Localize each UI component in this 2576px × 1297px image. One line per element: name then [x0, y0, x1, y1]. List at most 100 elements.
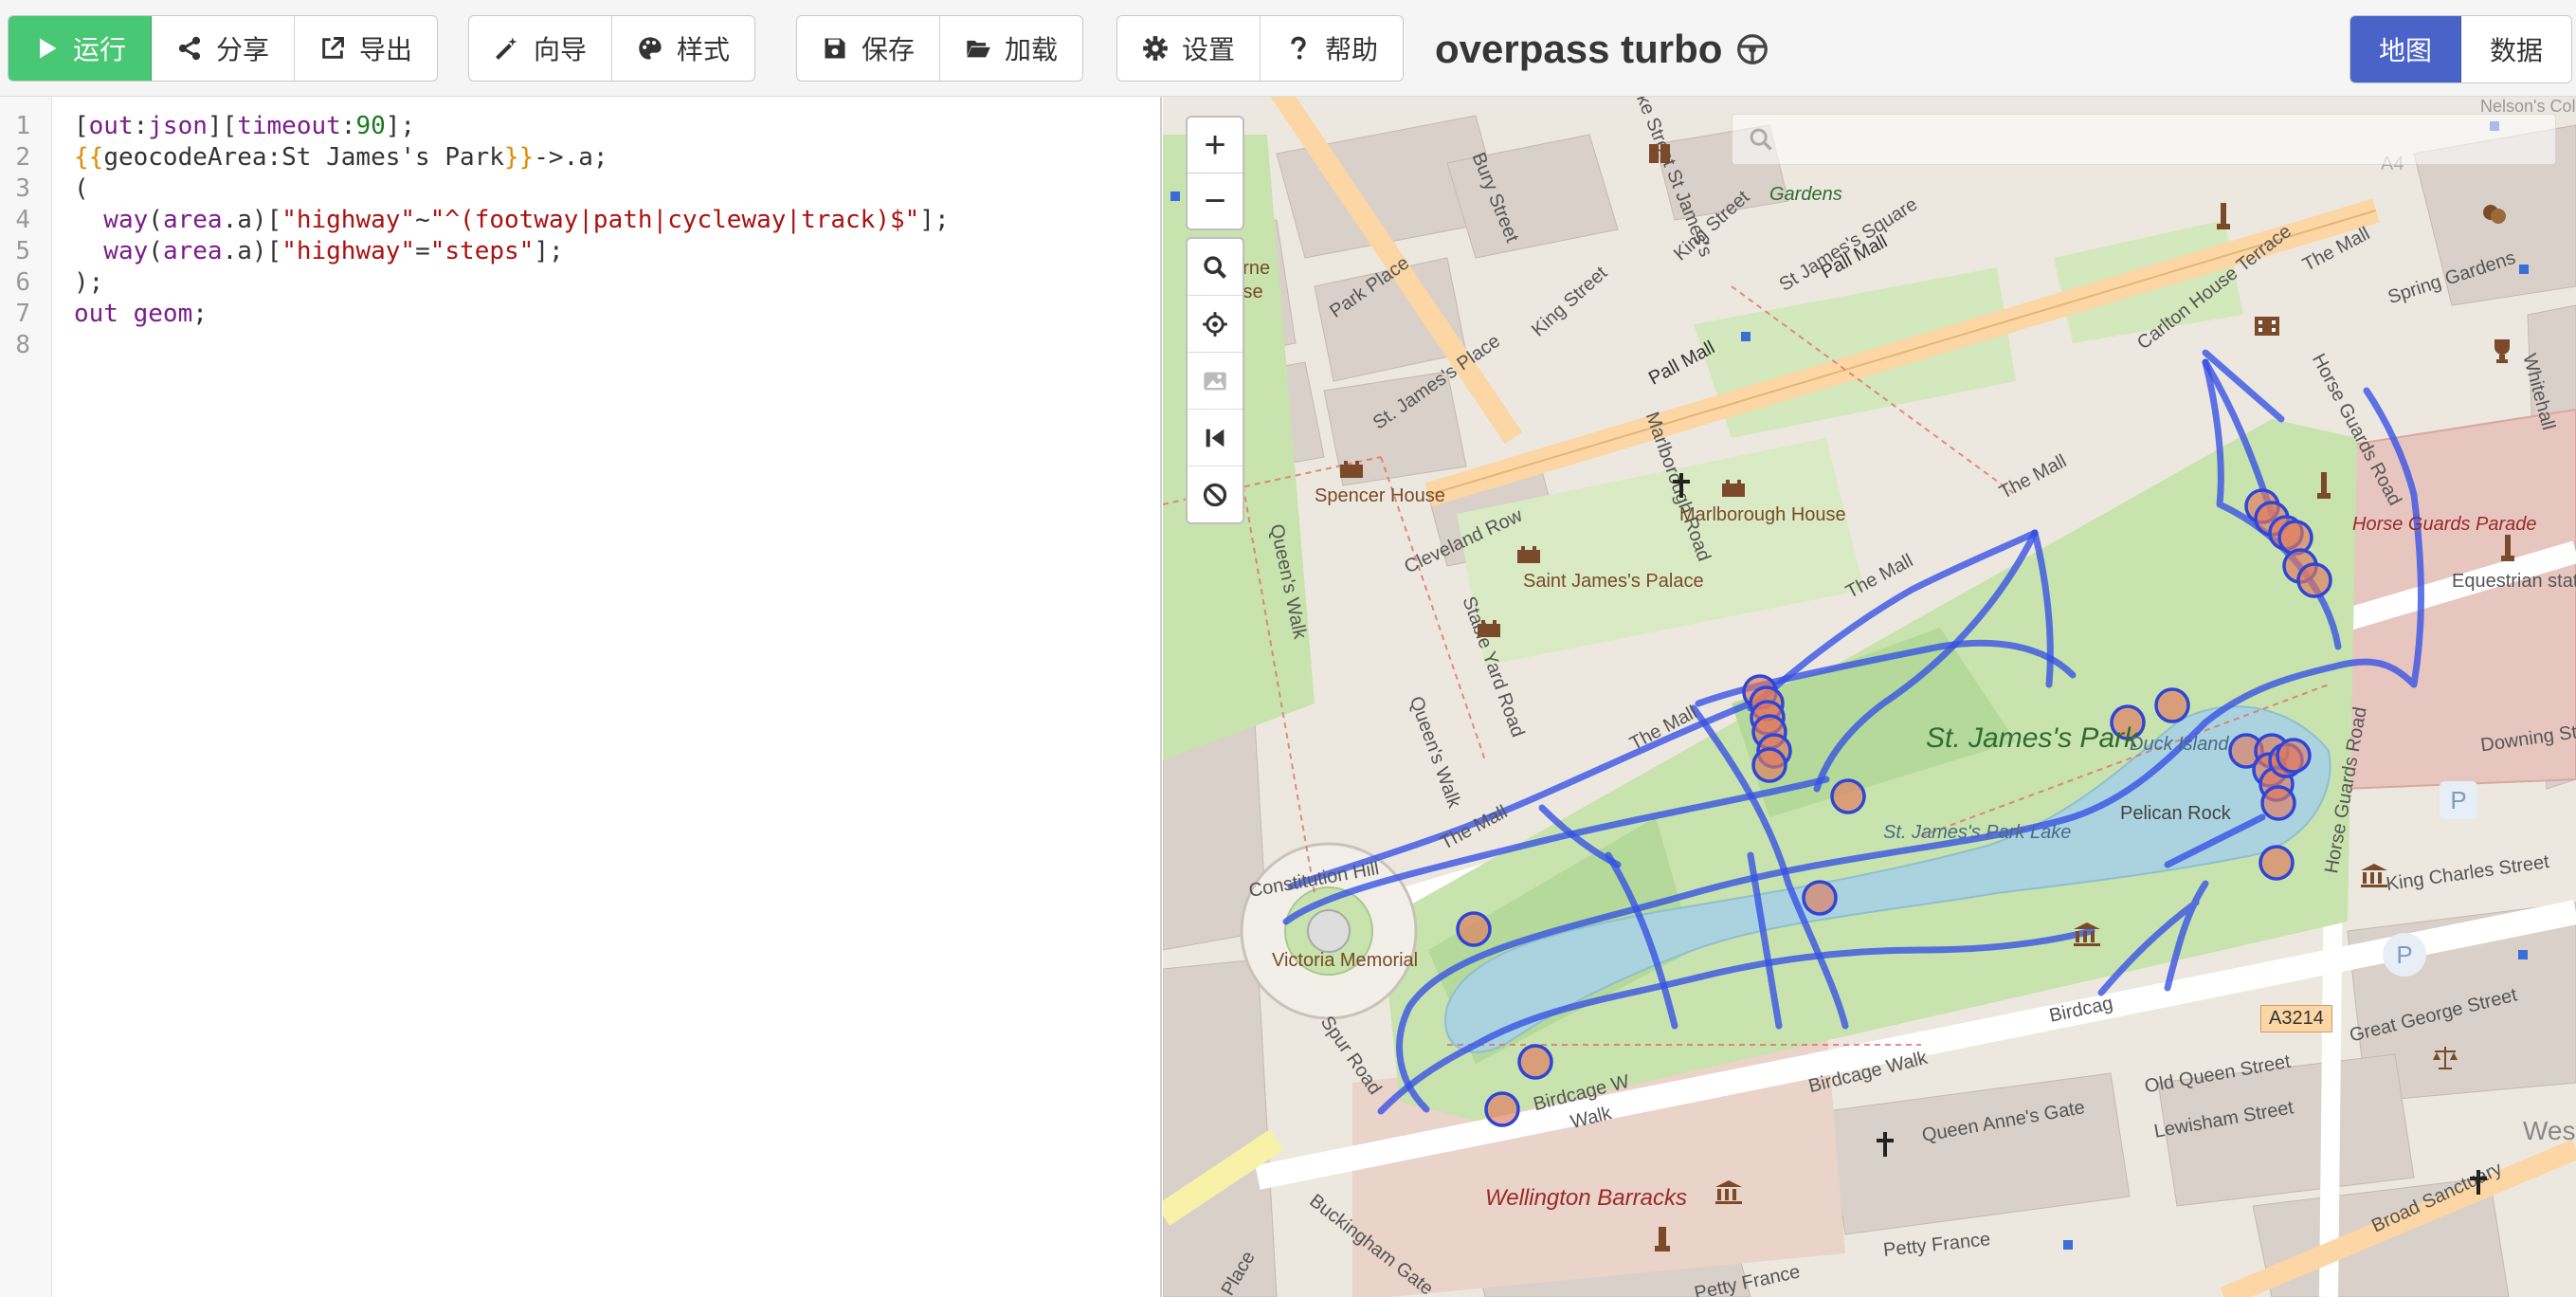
- map-label-wellington-barracks: Wellington Barracks: [1485, 1185, 1687, 1211]
- palette-icon: [639, 37, 662, 60]
- code-line[interactable]: way(area.a)["highway"="steps"];: [74, 237, 564, 265]
- clear-button[interactable]: [1188, 466, 1243, 522]
- scales-icon: [2433, 1047, 2458, 1069]
- save-load-group: 保存 加载: [796, 15, 1084, 82]
- settings-button[interactable]: 设置: [1117, 16, 1261, 81]
- data-view-label: 数据: [2489, 36, 2543, 65]
- code-token: {{: [74, 143, 104, 172]
- share-label: 分享: [216, 35, 270, 64]
- save-label: 保存: [862, 35, 916, 64]
- export-button[interactable]: 导出: [295, 16, 437, 81]
- zoom-out-button[interactable]: −: [1188, 174, 1243, 228]
- wizard-button[interactable]: 向导: [469, 16, 613, 81]
- wizard-style-group: 向导 样式: [468, 15, 756, 82]
- query-editor[interactable]: 12345678 [out:json][timeout:90]; {{geocod…: [0, 97, 1162, 1297]
- monument-icon: [2217, 203, 2230, 229]
- search-icon: [1204, 255, 1226, 279]
- code-token: area: [162, 206, 223, 234]
- skip-back-icon: [1206, 429, 1225, 447]
- line-number: 7: [15, 300, 30, 328]
- code-token: "highway": [281, 206, 416, 234]
- code-token: =: [415, 237, 430, 265]
- map-search-input[interactable]: [1732, 114, 2556, 165]
- code-token: "steps": [429, 237, 535, 265]
- steering-wheel-icon: [1737, 34, 1769, 64]
- code-token: "highway": [281, 237, 416, 265]
- map-view-tab[interactable]: 地图: [2349, 16, 2461, 82]
- map-label-st-james-park: St. James's Park: [1926, 722, 2139, 754]
- zoom-in-button[interactable]: +: [1188, 118, 1243, 174]
- code-line[interactable]: );: [74, 268, 103, 297]
- run-button[interactable]: 运行: [9, 16, 153, 81]
- zoom-control: + −: [1186, 116, 1244, 230]
- code-token: timeout: [237, 112, 341, 140]
- share-icon: [178, 36, 201, 61]
- style-button[interactable]: 样式: [612, 16, 754, 81]
- load-button[interactable]: 加载: [940, 16, 1082, 81]
- church-cross-icon: [1877, 1132, 1894, 1157]
- code-token: out: [88, 112, 134, 140]
- code-line[interactable]: way(area.a)["highway"~"^(footway|path|cy…: [74, 206, 950, 234]
- locate-me-button[interactable]: [1188, 296, 1243, 353]
- code-token: "^(footway|path|cycleway|track)$": [429, 206, 920, 234]
- road-shield-a3214: A3214: [2260, 1005, 2332, 1032]
- map-label-lake: St. James's Park Lake: [1883, 822, 2072, 843]
- church-cross-icon: [2470, 1170, 2487, 1195]
- code-token: geocodeArea:St James's Park: [103, 143, 504, 172]
- style-label: 样式: [677, 35, 731, 64]
- code-token: :: [340, 112, 356, 140]
- library-book-icon: [1649, 144, 1670, 163]
- zoom-out-label: −: [1204, 179, 1226, 222]
- code-token: .a)[: [222, 237, 282, 265]
- crosshair-icon: [1203, 311, 1227, 337]
- zoom-in-label: +: [1204, 123, 1226, 166]
- zoom-to-data-button[interactable]: [1188, 410, 1243, 466]
- code-token: }}: [503, 143, 535, 172]
- code-line[interactable]: out geom;: [74, 300, 208, 328]
- castle-icon: [1517, 546, 1540, 563]
- map-view[interactable]: St. James's Park St. James's Park Lake D…: [1163, 97, 2576, 1297]
- map-label-spencer-house: Spencer House: [1315, 485, 1445, 506]
- code-token: ;: [192, 300, 208, 328]
- map-label-pelican-rock: Pelican Rock: [2120, 803, 2231, 824]
- code-token: );: [74, 268, 104, 297]
- code-line[interactable]: (: [74, 174, 89, 203]
- search-location-button[interactable]: [1188, 239, 1243, 296]
- code-token: [: [74, 112, 89, 140]
- svg-text:P: P: [2450, 786, 2466, 814]
- code-line[interactable]: [out:json][timeout:90];: [74, 112, 415, 140]
- code-token: ];: [919, 206, 950, 234]
- share-button[interactable]: 分享: [152, 16, 296, 81]
- app-title: overpass turbo: [1435, 21, 1769, 78]
- line-number: 4: [15, 206, 30, 234]
- code-token: way: [74, 237, 149, 265]
- svg-text:P: P: [2396, 941, 2412, 969]
- ban-icon: [1203, 483, 1227, 506]
- external-link-icon: [322, 37, 344, 59]
- line-number: 1: [15, 112, 30, 140]
- folder-open-icon: [967, 40, 990, 58]
- code-token: ];: [534, 237, 564, 265]
- save-button[interactable]: 保存: [797, 16, 941, 81]
- settings-label: 设置: [1182, 35, 1236, 64]
- export-image-button[interactable]: [1188, 353, 1243, 410]
- load-label: 加载: [1005, 35, 1059, 64]
- line-number: 8: [15, 331, 30, 359]
- code-token: json: [148, 112, 208, 140]
- toolbar: 运行 分享 导出 向导 样式 保存 加载 设置 帮助 overpass turb…: [0, 0, 2576, 97]
- code-token: ];: [385, 112, 416, 140]
- museum-icon: [2361, 864, 2387, 887]
- gear-icon: [1143, 36, 1168, 61]
- wizard-label: 向导: [534, 35, 588, 64]
- data-view-tab[interactable]: 数据: [2461, 16, 2571, 82]
- map-label-westm: Westm: [2523, 1116, 2576, 1145]
- code-token: way: [74, 206, 149, 234]
- museum-icon: [2074, 923, 2100, 946]
- floppy-disk-icon: [825, 38, 845, 59]
- church-cross-icon: [1673, 473, 1690, 498]
- code-line[interactable]: {{geocodeArea:St James's Park}}->.a;: [74, 143, 608, 172]
- map-label-horse-guards-parade: Horse Guards Parade: [2352, 514, 2537, 535]
- trophy-icon: [2494, 339, 2510, 363]
- help-button[interactable]: 帮助: [1261, 16, 1403, 81]
- image-icon: [1204, 372, 1226, 390]
